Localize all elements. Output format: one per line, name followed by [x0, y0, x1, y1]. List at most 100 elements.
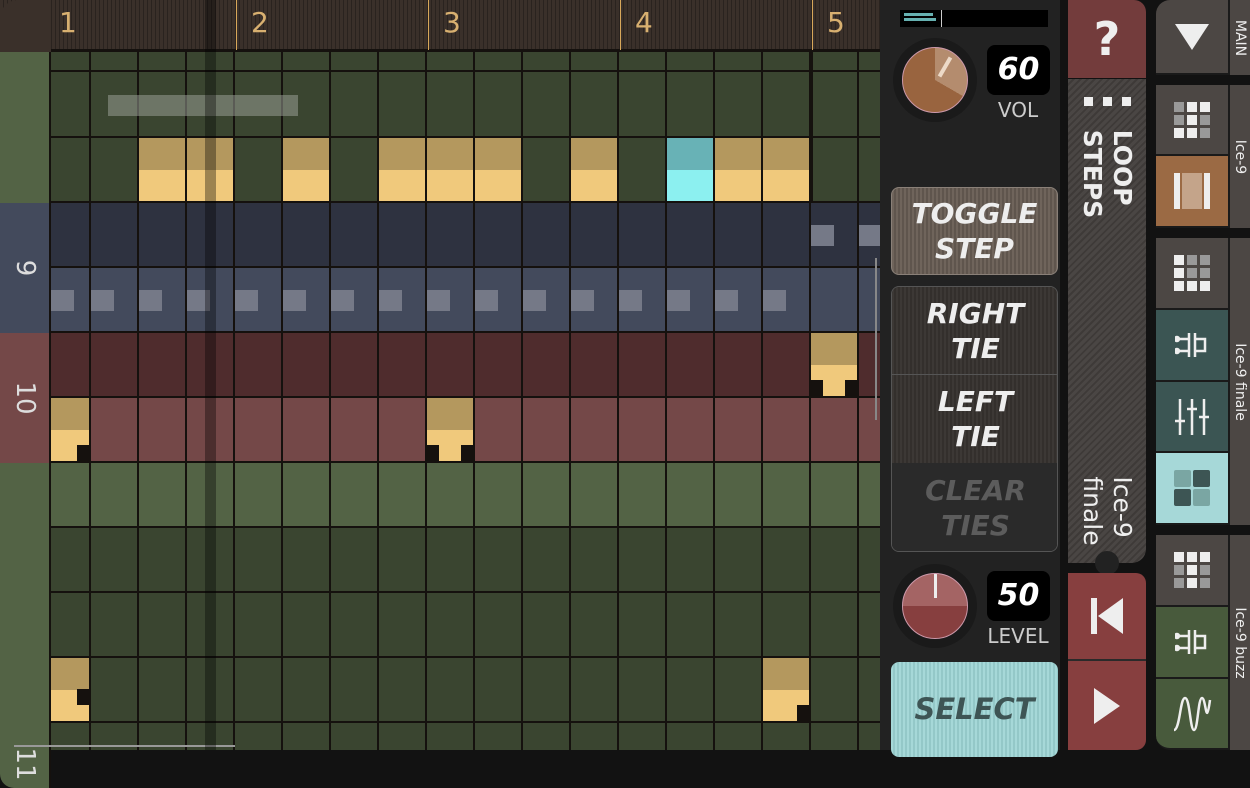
step-cell[interactable]: [475, 658, 523, 723]
step-cell[interactable]: [667, 333, 715, 398]
step-cell[interactable]: [523, 528, 571, 593]
step-cell[interactable]: [379, 333, 427, 398]
step-cell[interactable]: [571, 593, 619, 658]
step-cell[interactable]: [715, 723, 763, 750]
step-cell[interactable]: [523, 593, 571, 658]
ice9-loop-button[interactable]: [1156, 156, 1228, 228]
step-note[interactable]: [667, 138, 715, 203]
step-cell[interactable]: [283, 658, 331, 723]
step-cell[interactable]: [619, 463, 667, 528]
step-cell[interactable]: [667, 398, 715, 463]
skip-to-start-button[interactable]: [1068, 573, 1146, 661]
step-note[interactable]: [427, 398, 475, 463]
step-cell[interactable]: [51, 463, 91, 528]
step-cell[interactable]: [379, 528, 427, 593]
step-cell[interactable]: [283, 52, 331, 72]
step-cell[interactable]: [283, 398, 331, 463]
step-cell[interactable]: [475, 268, 523, 333]
step-note[interactable]: [51, 658, 91, 723]
step-cell[interactable]: [619, 658, 667, 723]
play-button[interactable]: [1068, 661, 1146, 750]
step-cell[interactable]: [571, 398, 619, 463]
menu-dropdown-button[interactable]: [1156, 0, 1228, 75]
step-cell[interactable]: [51, 203, 91, 268]
step-cell[interactable]: [811, 593, 859, 658]
step-cell[interactable]: [235, 593, 283, 658]
level-knob[interactable]: [893, 564, 977, 648]
step-cell[interactable]: [811, 658, 859, 723]
step-cell[interactable]: [475, 72, 523, 138]
step-cell[interactable]: [619, 333, 667, 398]
step-cell[interactable]: [859, 658, 880, 723]
step-cell[interactable]: [523, 658, 571, 723]
finale-mixer-button[interactable]: [1156, 382, 1228, 453]
step-cell[interactable]: [571, 72, 619, 138]
track-label[interactable]: 9: [0, 203, 51, 333]
step-cell[interactable]: [523, 72, 571, 138]
ice9-pattern-grid-button[interactable]: [1156, 85, 1228, 156]
step-cell[interactable]: [619, 52, 667, 72]
track-label[interactable]: 11: [0, 463, 51, 788]
step-cell[interactable]: [379, 203, 427, 268]
step-cell[interactable]: [859, 593, 880, 658]
horizontal-scrollbar[interactable]: [14, 745, 235, 747]
step-cell[interactable]: [523, 463, 571, 528]
step-cell[interactable]: [763, 528, 811, 593]
step-cell[interactable]: [523, 203, 571, 268]
step-cell[interactable]: [667, 52, 715, 72]
step-cell[interactable]: [667, 463, 715, 528]
step-cell[interactable]: [571, 528, 619, 593]
step-note[interactable]: [283, 138, 331, 203]
step-cell[interactable]: [523, 333, 571, 398]
step-grid[interactable]: [51, 52, 880, 750]
step-cell[interactable]: [379, 398, 427, 463]
step-cell[interactable]: [619, 723, 667, 750]
step-cell[interactable]: [475, 203, 523, 268]
step-cell[interactable]: [859, 528, 880, 593]
step-note[interactable]: [51, 398, 91, 463]
step-cell[interactable]: [523, 398, 571, 463]
step-cell[interactable]: [811, 528, 859, 593]
step-cell[interactable]: [283, 333, 331, 398]
step-cell[interactable]: [235, 52, 283, 72]
step-cell[interactable]: [91, 398, 139, 463]
step-cell[interactable]: [331, 398, 379, 463]
step-cell[interactable]: [91, 593, 139, 658]
step-cell[interactable]: [763, 593, 811, 658]
step-cell[interactable]: [619, 593, 667, 658]
vertical-scrollbar[interactable]: [875, 258, 877, 420]
step-cell[interactable]: [331, 72, 379, 138]
step-cell[interactable]: [331, 528, 379, 593]
step-note[interactable]: [715, 138, 763, 203]
step-cell[interactable]: [715, 398, 763, 463]
step-note[interactable]: [811, 333, 859, 398]
step-cell[interactable]: [331, 138, 379, 203]
step-cell[interactable]: [427, 463, 475, 528]
step-cell[interactable]: [235, 333, 283, 398]
select-button[interactable]: SELECT: [891, 662, 1058, 757]
step-cell[interactable]: [619, 203, 667, 268]
step-cell[interactable]: [139, 593, 187, 658]
step-cell[interactable]: [859, 723, 880, 750]
step-cell[interactable]: [619, 138, 667, 203]
step-cell[interactable]: [667, 528, 715, 593]
step-cell[interactable]: [51, 528, 91, 593]
step-cell[interactable]: [139, 268, 187, 333]
step-cell[interactable]: [139, 333, 187, 398]
step-cell[interactable]: [811, 463, 859, 528]
step-cell[interactable]: [475, 723, 523, 750]
step-cell[interactable]: [859, 463, 880, 528]
step-note[interactable]: [763, 138, 811, 203]
step-note[interactable]: [379, 138, 427, 203]
step-cell[interactable]: [571, 723, 619, 750]
track-label[interactable]: [0, 52, 51, 203]
step-cell[interactable]: [91, 203, 139, 268]
step-cell[interactable]: [667, 203, 715, 268]
step-cell[interactable]: [331, 203, 379, 268]
step-cell[interactable]: [139, 528, 187, 593]
step-cell[interactable]: [331, 658, 379, 723]
step-cell[interactable]: [427, 333, 475, 398]
step-cell[interactable]: [475, 528, 523, 593]
step-cell[interactable]: [859, 72, 880, 138]
step-cell[interactable]: [667, 72, 715, 138]
